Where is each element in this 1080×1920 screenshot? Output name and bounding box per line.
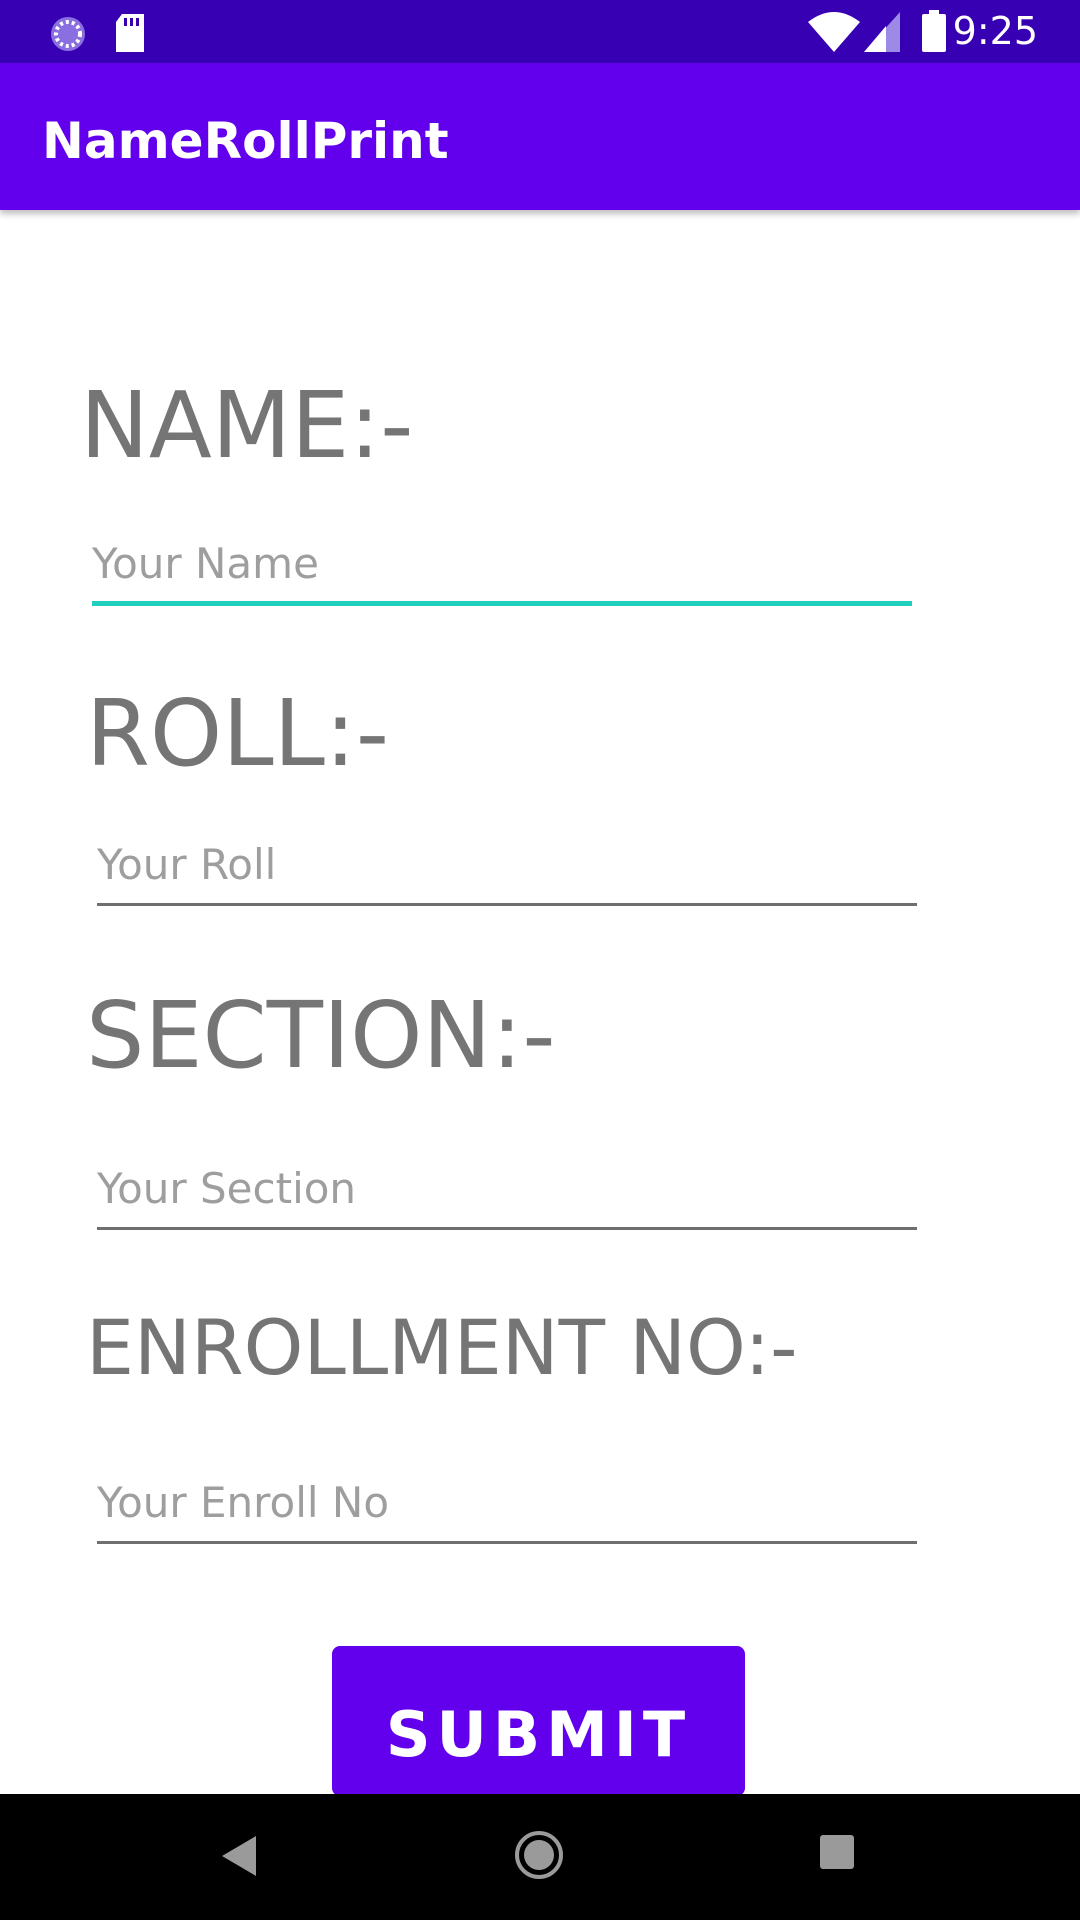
roll-field[interactable] <box>97 826 917 906</box>
sync-icon <box>48 14 88 58</box>
name-field[interactable] <box>92 526 912 606</box>
sd-card-icon <box>114 14 146 56</box>
section-input[interactable] <box>97 1150 917 1227</box>
wifi-icon <box>808 12 860 56</box>
recents-icon[interactable] <box>820 1835 854 1873</box>
roll-label: ROLL:- <box>86 680 390 787</box>
battery-icon <box>922 10 946 56</box>
home-icon[interactable] <box>514 1830 564 1884</box>
back-icon[interactable] <box>222 1836 256 1880</box>
enrollment-field[interactable] <box>97 1464 917 1544</box>
name-input[interactable] <box>92 526 912 601</box>
section-field[interactable] <box>97 1150 917 1230</box>
app-bar: NameRollPrint <box>0 63 1080 210</box>
enrollment-label: ENROLLMENT NO:- <box>86 1303 798 1392</box>
section-label: SECTION:- <box>86 982 556 1089</box>
app-title: NameRollPrint <box>42 112 449 170</box>
submit-button[interactable]: SUBMIT <box>332 1646 745 1796</box>
roll-input[interactable] <box>97 826 917 903</box>
signal-icon <box>864 12 900 56</box>
navigation-bar <box>0 1794 1080 1920</box>
status-clock: 9:25 <box>952 9 1038 53</box>
name-label: NAME:- <box>80 372 414 479</box>
status-bar: 9:25 <box>0 0 1080 63</box>
enrollment-input[interactable] <box>97 1464 917 1541</box>
